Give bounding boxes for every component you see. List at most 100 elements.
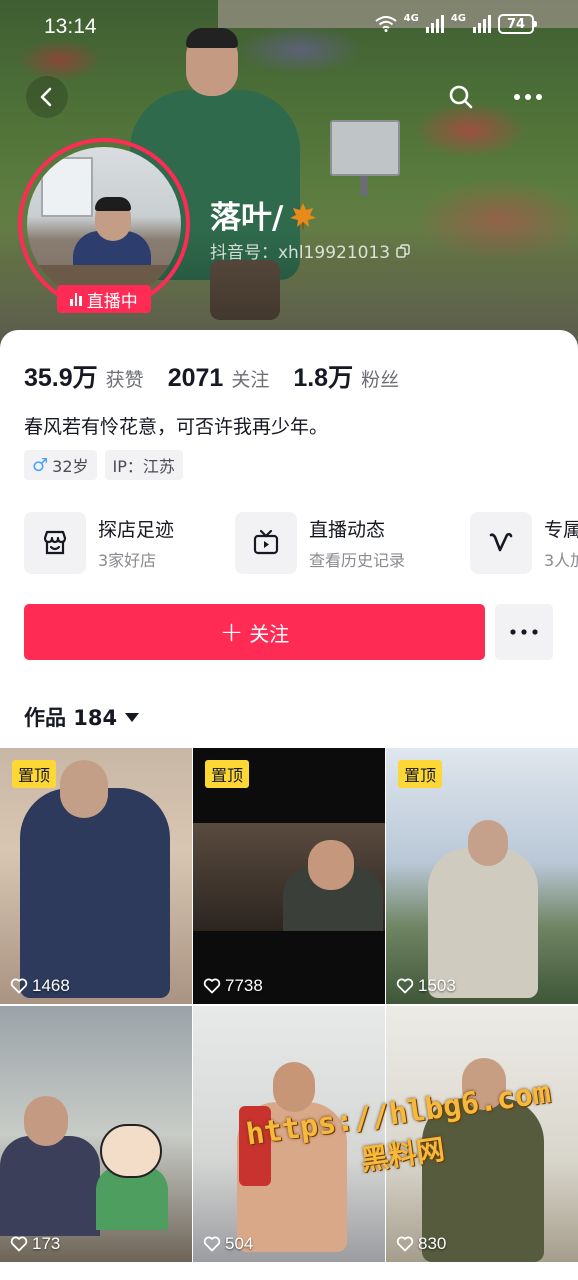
stat-followers-value: 1.8万: [293, 364, 354, 392]
stat-likes-label: 获赞: [105, 369, 144, 391]
heart-icon: [10, 978, 28, 994]
feature-shop-icon-box: [24, 512, 86, 574]
feature-exclusive-icon-box: [470, 512, 532, 574]
status-indicators: 4G 4G 74: [375, 13, 537, 34]
search-icon: [449, 85, 473, 109]
feature-shop-visits[interactable]: 探店足迹 3家好店: [24, 512, 174, 574]
profile-tags: ♂ 32岁 IP：江苏: [24, 450, 183, 480]
plus-icon: +: [219, 615, 244, 648]
follow-more-button[interactable]: [495, 604, 553, 660]
maple-leaf-icon: [290, 202, 317, 229]
male-icon: ♂: [32, 454, 49, 476]
douyin-id-text: 抖音号：xhl19921013: [210, 243, 391, 263]
tag-ip: IP：江苏: [104, 450, 183, 480]
wifi-icon: [375, 16, 397, 32]
video-likes-count: 173: [32, 1234, 61, 1253]
network-type-1: 4G: [403, 13, 419, 24]
thumb-figure: [0, 1136, 100, 1236]
search-button[interactable]: [440, 76, 482, 118]
thumb-figure: [20, 788, 170, 998]
pinned-badge: 置顶: [12, 760, 57, 788]
tag-age: ♂ 32岁: [24, 450, 97, 480]
video-thumbnail[interactable]: 173: [0, 1006, 192, 1262]
feature-live-subtitle: 查看历史记录: [309, 551, 406, 570]
video-likes: 1503: [396, 976, 456, 996]
nickname: 落叶/: [210, 192, 319, 237]
video-likes-count: 1503: [418, 976, 456, 995]
tv-icon: [253, 529, 279, 555]
thumb-figure-head: [308, 840, 354, 890]
tag-ip-text: IP：江苏: [112, 457, 175, 476]
video-likes-count: 1468: [32, 976, 70, 995]
follow-button[interactable]: + 关注: [24, 604, 485, 660]
live-badge[interactable]: 直播中: [57, 285, 151, 313]
video-thumbnail[interactable]: 置顶 1503: [386, 748, 578, 1004]
video-likes: 1468: [10, 976, 70, 996]
battery-icon: 74: [498, 14, 537, 34]
status-time: 13:14: [44, 15, 97, 38]
live-bars-icon: [70, 292, 82, 306]
stat-likes[interactable]: 35.9万 获赞: [24, 358, 144, 394]
stat-following-value: 2071: [167, 364, 224, 392]
network-type-2: 4G: [450, 13, 466, 24]
video-likes: 173: [10, 1234, 60, 1254]
v-icon: [489, 532, 513, 552]
stat-following[interactable]: 2071 关注: [168, 364, 270, 393]
thumb-figure-head: [468, 820, 508, 866]
signal-icon-2: [473, 15, 491, 33]
more-horizontal-icon: [510, 629, 538, 635]
stat-followers[interactable]: 1.8万 粉丝: [293, 358, 399, 394]
avatar-person-hair: [95, 197, 131, 211]
feature-live-history[interactable]: 直播动态 查看历史记录: [235, 512, 405, 574]
video-likes: 504: [203, 1234, 253, 1254]
stat-following-label: 关注: [231, 369, 270, 391]
video-likes: 830: [396, 1234, 446, 1254]
back-button[interactable]: [26, 76, 68, 118]
avatar[interactable]: [27, 147, 181, 301]
copy-icon[interactable]: [396, 243, 410, 258]
feature-exclusive[interactable]: 专属 3人加: [470, 512, 578, 574]
thumb-sticker: [100, 1124, 162, 1178]
follow-button-label: 关注: [249, 621, 290, 646]
stat-likes-value: 35.9万: [24, 364, 98, 392]
banner-lamp: [330, 120, 400, 176]
heart-icon: [396, 1236, 414, 1252]
profile-stats: 35.9万 获赞 2071 关注 1.8万 粉丝: [24, 358, 423, 394]
feature-shop-subtitle: 3家好店: [98, 551, 157, 570]
chevron-left-icon: [40, 87, 52, 107]
feature-row: 探店足迹 3家好店 直播动态 查看历史记录 专属 3人: [24, 512, 578, 574]
works-tab-label: 作品 184: [24, 706, 118, 730]
avatar-window: [41, 157, 93, 217]
works-tab[interactable]: 作品 184: [24, 702, 140, 732]
video-thumbnail[interactable]: 置顶 7738: [193, 748, 385, 1004]
heart-icon: [203, 1236, 221, 1252]
profile-bio: 春风若有怜花意，可否许我再少年。: [24, 416, 329, 438]
douyin-id[interactable]: 抖音号：xhl19921013: [210, 238, 410, 263]
banner-lamp-post: [360, 176, 368, 196]
stat-followers-label: 粉丝: [361, 369, 400, 391]
feature-shop-title: 探店足迹: [98, 519, 175, 541]
heart-icon: [396, 978, 414, 994]
signal-icon: [425, 15, 444, 33]
more-options-button[interactable]: [506, 76, 550, 118]
heart-icon: [203, 978, 221, 994]
more-horizontal-icon: [514, 94, 542, 100]
nickname-text: 落叶/: [210, 200, 284, 236]
video-likes: 7738: [203, 976, 263, 996]
status-bar: 13:14 4G 4G 74: [0, 0, 578, 56]
pinned-badge: 置顶: [398, 760, 443, 788]
thumb-figure-head: [273, 1062, 315, 1112]
feature-exclusive-subtitle: 3人加: [544, 551, 578, 570]
video-likes-count: 7738: [225, 976, 263, 995]
video-grid: 置顶 1468 置顶 7738 置顶 1503 173 504 830: [0, 748, 578, 1280]
video-likes-count: 504: [225, 1234, 254, 1253]
video-thumbnail[interactable]: 置顶 1468: [0, 748, 192, 1004]
heart-icon: [10, 1236, 28, 1252]
feature-live-icon-box: [235, 512, 297, 574]
shop-icon: [43, 530, 67, 555]
caret-down-icon: [125, 712, 140, 722]
tag-age-text: 32岁: [52, 457, 89, 476]
pinned-badge: 置顶: [205, 760, 250, 788]
live-badge-label: 直播中: [86, 291, 138, 312]
video-likes-count: 830: [418, 1234, 447, 1253]
